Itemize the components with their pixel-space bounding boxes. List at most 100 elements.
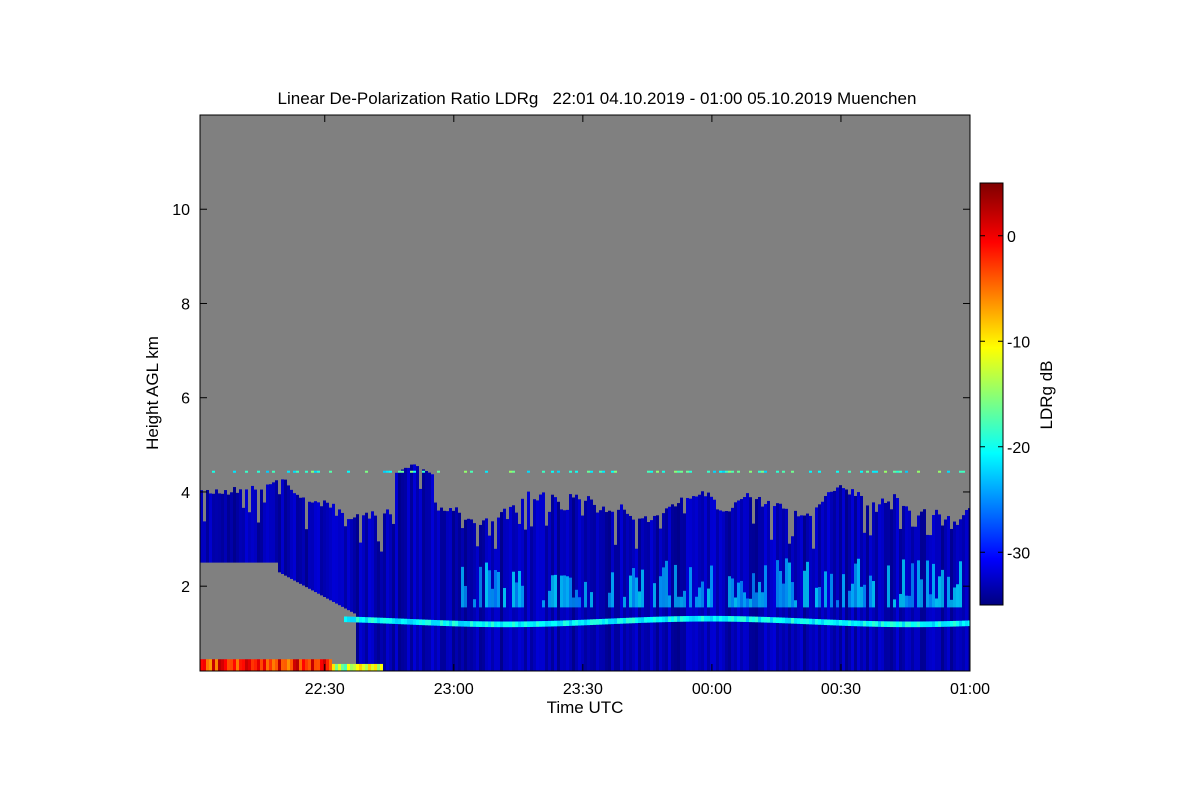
heatmap-cell [815, 587, 818, 608]
heatmap-cell [284, 479, 287, 576]
heatmap-cell [467, 518, 470, 671]
heatmap-cell [575, 470, 578, 473]
heatmap-cell [956, 620, 959, 627]
heatmap-cell [737, 582, 740, 608]
heatmap-cell [884, 470, 887, 473]
heatmap-cell [554, 620, 557, 627]
heatmap-cell [725, 511, 728, 671]
heatmap-cell [701, 581, 704, 608]
heatmap-cell [818, 587, 821, 608]
heatmap-cell [893, 621, 896, 628]
heatmap-cell [443, 620, 446, 627]
heatmap-cell [638, 617, 641, 623]
heatmap-cell [809, 515, 812, 671]
heatmap-cell [482, 520, 485, 671]
heatmap-cell [818, 470, 821, 473]
heatmap-cell [422, 470, 425, 473]
heatmap-cell [887, 621, 890, 628]
heatmap-cell [851, 583, 854, 608]
heatmap-cell [422, 469, 425, 671]
heatmap-cell [728, 616, 731, 622]
heatmap-cell [554, 574, 557, 608]
heatmap-cell [392, 523, 395, 671]
heatmap-cell [248, 512, 251, 563]
heatmap-cell [338, 509, 341, 606]
heatmap-cell [224, 659, 227, 671]
heatmap-cell [479, 566, 482, 608]
heatmap-cell [299, 497, 302, 584]
heatmap-cell [770, 617, 773, 623]
heatmap-cell [941, 621, 944, 627]
heatmap-cell [788, 617, 791, 624]
heatmap-cell [380, 551, 383, 671]
heatmap-cell [575, 589, 578, 608]
heatmap-cell [653, 616, 656, 623]
chart: Linear De-Polarization Ratio LDRg 22:01 … [143, 89, 1056, 717]
heatmap-cell [557, 470, 560, 473]
heatmap-cell [848, 620, 851, 626]
heatmap-cell [221, 659, 224, 671]
heatmap-cell [491, 621, 494, 628]
heatmap-cell [596, 619, 599, 625]
heatmap-cell [386, 617, 389, 624]
heatmap-cell [209, 493, 212, 563]
y-axis-label: Height AGL km [143, 336, 162, 450]
heatmap-cell [326, 502, 329, 599]
heatmap-cell [347, 663, 350, 671]
heatmap-cell [410, 619, 413, 625]
heatmap-cell [650, 470, 653, 473]
heatmap-cell [296, 470, 299, 473]
heatmap-cell [272, 482, 275, 563]
heatmap-cell [656, 515, 659, 671]
heatmap-cell [755, 616, 758, 623]
heatmap-cell [887, 565, 890, 608]
heatmap-cell [218, 493, 221, 563]
heatmap-cell [782, 470, 785, 473]
heatmap-cell [371, 663, 374, 671]
heatmap-cell [710, 565, 713, 608]
heatmap-cell [293, 493, 296, 581]
heatmap-cell [785, 558, 788, 608]
heatmap-cell [875, 621, 878, 627]
heatmap-cell [542, 492, 545, 671]
heatmap-cell [314, 470, 317, 473]
heatmap-cell [773, 617, 776, 623]
heatmap-cell [542, 621, 545, 627]
heatmap-cell [908, 621, 911, 628]
heatmap-cell [680, 470, 683, 473]
heatmap-cell [203, 659, 206, 671]
heatmap-cell [275, 659, 278, 671]
heatmap-cell [734, 597, 737, 608]
heatmap-cell [896, 470, 899, 473]
heatmap-cell [827, 619, 830, 626]
heatmap-cell [329, 470, 332, 473]
heatmap-cell [383, 513, 386, 671]
heatmap-cell [962, 620, 965, 627]
colorbar-gradient [979, 182, 1004, 606]
heatmap-cell [386, 509, 389, 671]
heatmap-cell [380, 663, 383, 671]
heatmap-cell [662, 616, 665, 623]
heatmap-cell [419, 619, 422, 626]
heatmap-cell [446, 620, 449, 627]
heatmap-cell [530, 621, 533, 627]
heatmap-cell [287, 485, 290, 578]
heatmap-cell [731, 616, 734, 622]
heatmap-cell [929, 594, 932, 608]
heatmap-cell [749, 598, 752, 608]
heatmap-cell [713, 615, 716, 622]
heatmap-cell [239, 659, 242, 671]
heatmap-cell [545, 620, 548, 627]
heatmap-cell [425, 470, 428, 671]
heatmap-cell [905, 595, 908, 608]
heatmap-cell [590, 592, 593, 608]
heatmap-cell [533, 499, 536, 671]
heatmap-cell [944, 519, 947, 671]
heatmap-cell [251, 659, 254, 671]
heatmap-cell [212, 493, 215, 563]
heatmap-cell [704, 496, 707, 671]
heatmap-cell [749, 616, 752, 623]
heatmap-cell [860, 495, 863, 671]
heatmap-cell [806, 561, 809, 608]
heatmap-cell [218, 659, 221, 671]
